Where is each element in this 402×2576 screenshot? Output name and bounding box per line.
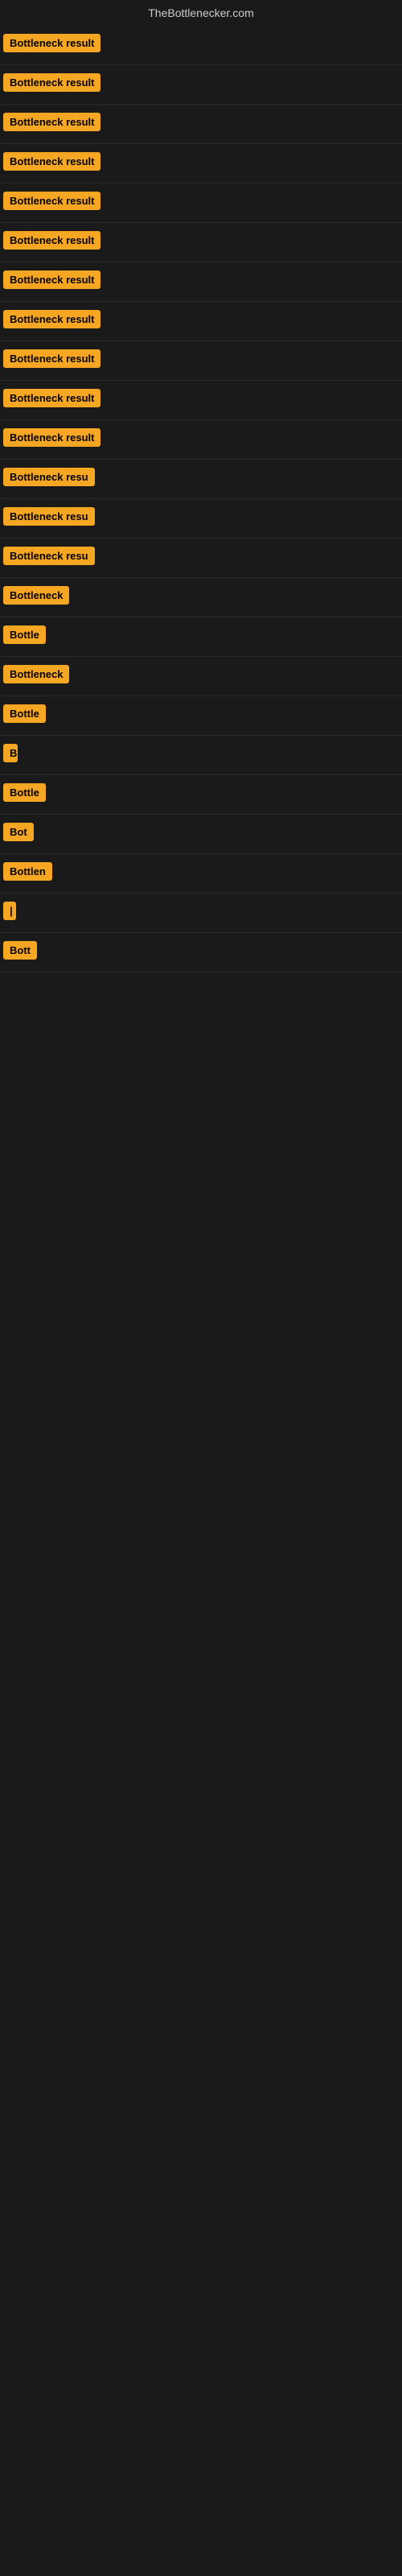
bottleneck-badge-24[interactable]: Bott [3, 941, 37, 960]
results-container: Bottleneck result Bottleneck result Bottle… [0, 26, 402, 972]
result-row-15: Bottleneck [0, 578, 402, 617]
result-row-3: Bottleneck result [0, 105, 402, 144]
result-row-14: Bottleneck resu [0, 539, 402, 578]
result-row-23: | [0, 894, 402, 933]
bottleneck-badge-20[interactable]: Bottle [3, 783, 46, 802]
bottleneck-badge-13[interactable]: Bottleneck resu [3, 507, 95, 526]
bottleneck-badge-23[interactable]: | [3, 902, 16, 920]
bottleneck-badge-5[interactable]: Bottleneck result [3, 192, 100, 210]
result-row-8: Bottleneck result [0, 302, 402, 341]
bottleneck-badge-7[interactable]: Bottleneck result [3, 270, 100, 289]
bottleneck-badge-18[interactable]: Bottle [3, 704, 46, 723]
bottleneck-badge-6[interactable]: Bottleneck result [3, 231, 100, 250]
result-row-24: Bott [0, 933, 402, 972]
bottleneck-badge-14[interactable]: Bottleneck resu [3, 547, 95, 565]
bottleneck-badge-1[interactable]: Bottleneck result [3, 34, 100, 52]
bottleneck-badge-9[interactable]: Bottleneck result [3, 349, 100, 368]
result-row-18: Bottle [0, 696, 402, 736]
result-row-9: Bottleneck result [0, 341, 402, 381]
result-row-22: Bottlen [0, 854, 402, 894]
result-row-6: Bottleneck result [0, 223, 402, 262]
bottleneck-badge-16[interactable]: Bottle [3, 625, 46, 644]
result-row-1: Bottleneck result [0, 26, 402, 65]
site-title: TheBottlenecker.com [0, 0, 402, 26]
result-row-12: Bottleneck resu [0, 460, 402, 499]
result-row-13: Bottleneck resu [0, 499, 402, 539]
result-row-7: Bottleneck result [0, 262, 402, 302]
result-row-19: B [0, 736, 402, 775]
bottleneck-badge-12[interactable]: Bottleneck resu [3, 468, 95, 486]
result-row-16: Bottle [0, 617, 402, 657]
result-row-5: Bottleneck result [0, 184, 402, 223]
bottleneck-badge-3[interactable]: Bottleneck result [3, 113, 100, 131]
bottleneck-badge-8[interactable]: Bottleneck result [3, 310, 100, 328]
bottleneck-badge-22[interactable]: Bottlen [3, 862, 52, 881]
result-row-17: Bottleneck [0, 657, 402, 696]
bottleneck-badge-11[interactable]: Bottleneck result [3, 428, 100, 447]
result-row-4: Bottleneck result [0, 144, 402, 184]
result-row-2: Bottleneck result [0, 65, 402, 105]
result-row-20: Bottle [0, 775, 402, 815]
bottleneck-badge-2[interactable]: Bottleneck result [3, 73, 100, 92]
bottleneck-badge-4[interactable]: Bottleneck result [3, 152, 100, 171]
result-row-10: Bottleneck result [0, 381, 402, 420]
bottleneck-badge-19[interactable]: B [3, 744, 18, 762]
result-row-11: Bottleneck result [0, 420, 402, 460]
bottleneck-badge-15[interactable]: Bottleneck [3, 586, 69, 605]
bottleneck-badge-10[interactable]: Bottleneck result [3, 389, 100, 407]
bottleneck-badge-17[interactable]: Bottleneck [3, 665, 69, 683]
result-row-21: Bot [0, 815, 402, 854]
bottleneck-badge-21[interactable]: Bot [3, 823, 34, 841]
